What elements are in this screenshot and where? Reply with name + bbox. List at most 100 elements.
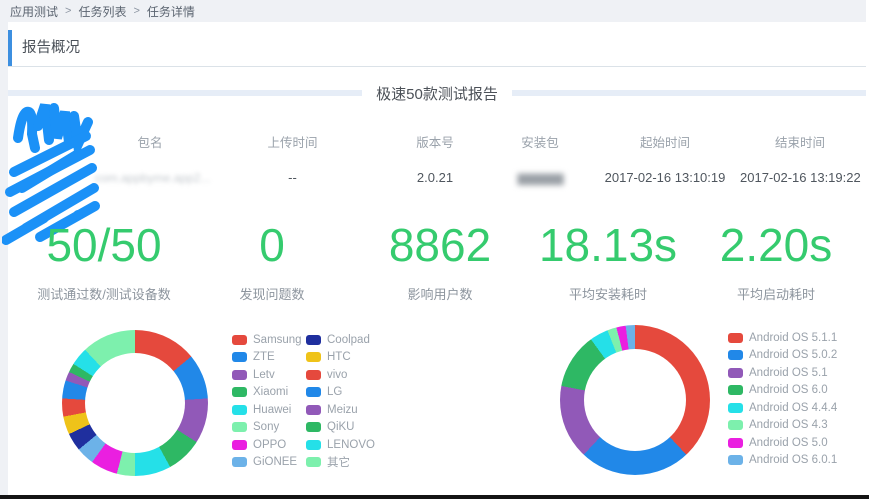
legend-label: Sony	[253, 421, 279, 433]
legend-swatch	[306, 405, 321, 415]
column-header-end-time: 结束时间	[740, 132, 860, 154]
legend-item[interactable]: Huawei	[232, 401, 306, 419]
legend-label: Meizu	[327, 404, 358, 416]
legend-item[interactable]: Meizu	[306, 401, 380, 419]
legend-swatch	[728, 420, 743, 430]
legend-column: Android OS 5.1.1 Android OS 5.0.2 Android …	[728, 329, 837, 469]
legend-label: ZTE	[253, 351, 275, 363]
legend-item[interactable]: vivo	[306, 366, 380, 384]
stat-pass-devices: 50/50 测试通过数/测试设备数	[20, 218, 188, 303]
legend-item[interactable]: LG	[306, 384, 380, 402]
task-info-table: 包名 上传时间 版本号 安装包 起始时间 结束时间 com.appbyme.ap…	[95, 132, 860, 188]
package-name-value-blurred: com.appbyme.app2...	[95, 168, 205, 188]
legend-swatch	[306, 352, 321, 362]
legend-label: Android OS 5.0	[749, 437, 828, 449]
column-header-package: 包名	[95, 132, 205, 154]
column-header-version: 版本号	[380, 132, 490, 154]
legend-label: OPPO	[253, 439, 286, 451]
legend-item[interactable]: Sony	[232, 419, 306, 437]
legend-swatch	[306, 440, 321, 450]
legend-label: vivo	[327, 369, 347, 381]
legend-swatch	[306, 387, 321, 397]
legend-label: LG	[327, 386, 342, 398]
legend-swatch	[232, 422, 247, 432]
install-package-value-blurred: ▆▆▆▆▆	[490, 168, 590, 188]
legend-item[interactable]: HTC	[306, 349, 380, 367]
upload-time-value: --	[205, 168, 380, 188]
stat-issues-found: 0 发现问题数	[188, 218, 356, 303]
column-header-start-time: 起始时间	[590, 132, 740, 154]
legend-label: GiONEE	[253, 456, 297, 468]
legend-item[interactable]: Letv	[232, 366, 306, 384]
column-header-install-package: 安装包	[490, 132, 590, 154]
legend-swatch	[232, 335, 247, 345]
legend-item[interactable]: Android OS 4.4.4	[728, 399, 837, 417]
legend-swatch	[728, 385, 743, 395]
breadcrumb-item-task-detail: 任务详情	[147, 3, 195, 20]
legend-swatch	[306, 370, 321, 380]
legend-label: Android OS 5.0.2	[749, 349, 837, 361]
legend-item[interactable]: Android OS 5.0.2	[728, 347, 837, 365]
stat-pass-devices-value: 50/50	[20, 218, 188, 272]
legend-item[interactable]: Xiaomi	[232, 384, 306, 402]
stat-issues-found-value: 0	[188, 218, 356, 272]
device-brand-legend: Samsung ZTE Letv Xiaomi Huawei Sony OPPO GiONEE…	[232, 331, 380, 471]
legend-label: Xiaomi	[253, 386, 288, 398]
legend-swatch	[728, 350, 743, 360]
page-left-gutter	[0, 22, 8, 495]
legend-item[interactable]: 其它	[306, 454, 380, 472]
device-brand-donut-chart[interactable]	[62, 330, 208, 476]
android-os-legend: Android OS 5.1.1 Android OS 5.0.2 Android …	[728, 329, 837, 469]
legend-label: Android OS 5.1.1	[749, 332, 837, 344]
start-time-value: 2017-02-16 13:10:19	[590, 168, 740, 188]
legend-item[interactable]: Android OS 6.0.1	[728, 452, 837, 470]
legend-swatch	[728, 333, 743, 343]
stat-avg-install-time-value: 18.13s	[524, 218, 692, 272]
stat-affected-users-label: 影响用户数	[356, 284, 524, 303]
stat-avg-launch-time-label: 平均启动耗时	[692, 284, 860, 303]
legend-swatch	[728, 403, 743, 413]
legend-swatch	[728, 368, 743, 378]
legend-label: Android OS 6.0.1	[749, 454, 837, 466]
section-accent-bar	[8, 30, 12, 66]
legend-item[interactable]: Android OS 5.1	[728, 364, 837, 382]
legend-label: LENOVO	[327, 439, 375, 451]
legend-item[interactable]: Coolpad	[306, 331, 380, 349]
legend-item[interactable]: Samsung	[232, 331, 306, 349]
legend-swatch	[232, 352, 247, 362]
breadcrumb-item-app-test[interactable]: 应用测试	[10, 3, 58, 20]
legend-swatch	[232, 387, 247, 397]
breadcrumb-item-task-list[interactable]: 任务列表	[78, 3, 126, 20]
title-decor-right	[512, 90, 866, 96]
stat-issues-found-label: 发现问题数	[188, 284, 356, 303]
legend-swatch	[306, 335, 321, 345]
legend-swatch	[306, 422, 321, 432]
end-time-value: 2017-02-16 13:19:22	[740, 168, 860, 188]
legend-item[interactable]: ZTE	[232, 349, 306, 367]
legend-item[interactable]: LENOVO	[306, 436, 380, 454]
legend-item[interactable]: Android OS 5.1.1	[728, 329, 837, 347]
legend-item[interactable]: OPPO	[232, 436, 306, 454]
stat-avg-launch-time: 2.20s 平均启动耗时	[692, 218, 860, 303]
legend-column: Samsung ZTE Letv Xiaomi Huawei Sony OPPO GiONEE	[232, 331, 306, 471]
legend-label: QiKU	[327, 421, 354, 433]
legend-label: Android OS 6.0	[749, 384, 828, 396]
legend-item[interactable]: Android OS 5.0	[728, 434, 837, 452]
section-title: 报告概况	[22, 30, 80, 66]
android-os-donut-chart[interactable]	[560, 325, 710, 475]
legend-swatch	[728, 438, 743, 448]
stat-avg-launch-time-value: 2.20s	[692, 218, 860, 272]
legend-item[interactable]: GiONEE	[232, 454, 306, 472]
legend-swatch	[728, 455, 743, 465]
legend-column: CoolpadHTC vivo LG Meizu QiKU LENOVO 其它	[306, 331, 380, 471]
stat-affected-users-value: 8862	[356, 218, 524, 272]
column-header-upload-time: 上传时间	[205, 132, 380, 154]
legend-item[interactable]: Android OS 6.0	[728, 382, 837, 400]
legend-item[interactable]: Android OS 4.3	[728, 417, 837, 435]
legend-swatch	[306, 457, 321, 467]
kpi-stats-row: 50/50 测试通过数/测试设备数 0 发现问题数 8862 影响用户数 18.…	[20, 218, 860, 303]
legend-label: Android OS 5.1	[749, 367, 828, 379]
version-value: 2.0.21	[380, 168, 490, 188]
report-title: 极速50款测试报告	[376, 83, 498, 104]
legend-item[interactable]: QiKU	[306, 419, 380, 437]
